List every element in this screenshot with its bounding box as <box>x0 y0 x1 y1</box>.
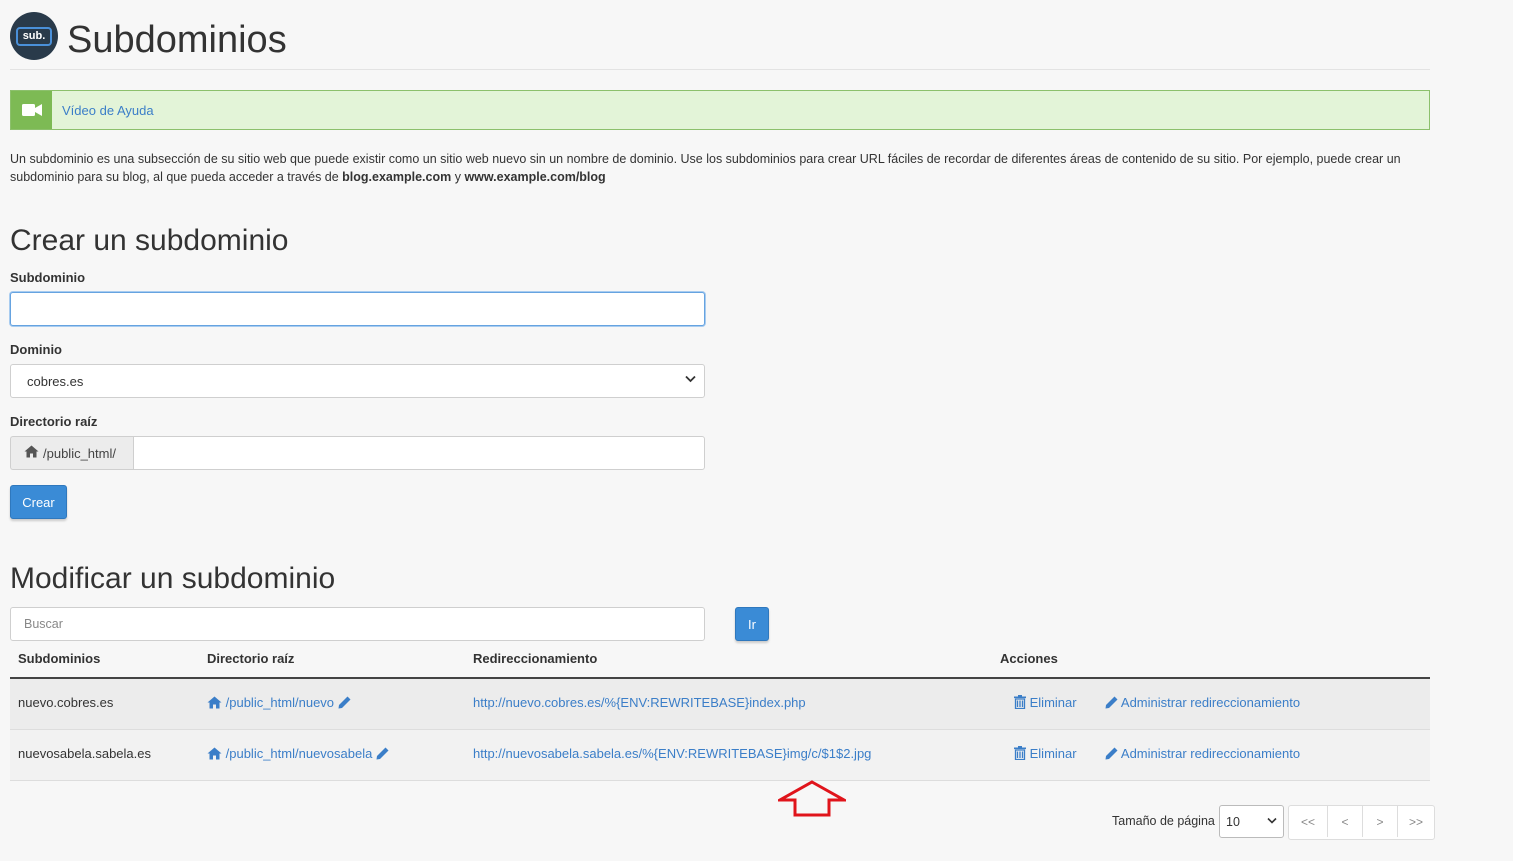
table-header: Subdominios Directorio raíz Redirecciona… <box>10 645 1430 679</box>
next-page-button[interactable]: > <box>1363 806 1398 837</box>
home-icon <box>207 696 222 712</box>
pencil-icon[interactable] <box>338 696 351 712</box>
pencil-icon <box>1105 747 1118 763</box>
home-icon <box>207 747 222 763</box>
redirect-link[interactable]: http://nuevo.cobres.es/%{ENV:REWRITEBASE… <box>473 695 806 710</box>
column-header-subdomains[interactable]: Subdominios <box>18 651 100 666</box>
trash-icon <box>1014 746 1026 763</box>
chevron-down-icon <box>685 374 696 386</box>
create-button[interactable]: Crear <box>10 485 67 519</box>
pencil-icon <box>1105 696 1118 712</box>
subdomain-label: Subdominio <box>10 270 86 285</box>
pencil-icon[interactable] <box>376 747 389 763</box>
docroot-text: /public_html/nuevo <box>225 695 335 710</box>
manage-redirect-button[interactable]: Administrar redireccionamiento <box>1105 746 1300 763</box>
search-input[interactable]: Buscar <box>10 607 705 641</box>
delete-label: Eliminar <box>1029 695 1077 710</box>
manage-redirect-button[interactable]: Administrar redireccionamiento <box>1105 695 1300 712</box>
page-size-select[interactable]: 10 <box>1219 805 1284 838</box>
prev-page-button[interactable]: < <box>1328 806 1363 837</box>
delete-button[interactable]: Eliminar <box>1014 746 1077 763</box>
subdomain-name: nuevosabela.sabela.es <box>18 746 151 761</box>
delete-button[interactable]: Eliminar <box>1014 695 1077 712</box>
docroot-input[interactable] <box>133 436 705 470</box>
page-content: sub. Subdominios Vídeo de Ayuda Un subdo… <box>10 0 1435 840</box>
delete-label: Eliminar <box>1029 746 1077 761</box>
go-button[interactable]: Ir <box>735 607 769 641</box>
up-arrow-icon <box>778 780 846 817</box>
domain-select[interactable]: cobres.es <box>10 364 705 398</box>
page-header: sub. Subdominios <box>10 0 1430 70</box>
manage-redirect-label: Administrar redireccionamiento <box>1120 746 1301 761</box>
domain-select-value: cobres.es <box>27 373 84 389</box>
modify-heading: Modificar un subdominio <box>10 562 336 595</box>
docroot-text: /public_html/nuevosabela <box>225 746 373 761</box>
intro-conj: y <box>451 170 465 184</box>
search-placeholder: Buscar <box>24 617 63 631</box>
trash-icon <box>1014 695 1026 712</box>
page-title: Subdominios <box>67 19 287 61</box>
column-header-redirect[interactable]: Redireccionamiento <box>473 651 597 666</box>
subdomains-table: Subdominios Directorio raíz Redirecciona… <box>10 645 1430 781</box>
docroot-input-group: /public_html/ <box>10 436 705 470</box>
chevron-down-icon <box>1267 816 1277 827</box>
intro-example-2: www.example.com/blog <box>464 170 606 184</box>
redirect-link[interactable]: http://nuevosabela.sabela.es/%{ENV:REWRI… <box>473 746 871 761</box>
home-icon <box>24 445 39 461</box>
domain-label: Dominio <box>10 342 62 357</box>
docroot-link[interactable]: /public_html/nuevo <box>207 695 351 712</box>
pagination: << < > >> <box>1288 805 1435 840</box>
column-header-actions: Acciones <box>1000 651 1058 666</box>
column-header-docroot[interactable]: Directorio raíz <box>207 651 294 666</box>
docroot-prefix: /public_html/ <box>10 436 133 470</box>
subdomain-name: nuevo.cobres.es <box>18 695 114 710</box>
docroot-prefix-text: /public_html/ <box>43 445 116 461</box>
intro-text: Un subdominio es una subsección de su si… <box>10 150 1430 186</box>
intro-body: Un subdominio es una subsección de su si… <box>10 152 1401 184</box>
page-size-value: 10 <box>1226 814 1240 829</box>
logo-text: sub. <box>15 26 53 46</box>
table-row: nuevosabela.sabela.es /public_html/nuevo… <box>10 730 1430 781</box>
page-size-label: Tamaño de página <box>1112 814 1215 828</box>
table-row: nuevo.cobres.es /public_html/nuevo http:… <box>10 679 1430 730</box>
docroot-label: Directorio raíz <box>10 414 98 429</box>
help-video-link[interactable]: Vídeo de Ayuda <box>62 103 154 118</box>
subdomain-input[interactable] <box>10 292 705 326</box>
help-video-banner: Vídeo de Ayuda <box>10 90 1430 130</box>
first-page-button[interactable]: << <box>1289 806 1328 837</box>
docroot-link[interactable]: /public_html/nuevosabela <box>207 746 389 763</box>
subdomains-logo: sub. <box>10 12 58 60</box>
create-heading: Crear un subdominio <box>10 224 289 257</box>
intro-example-1: blog.example.com <box>342 170 452 184</box>
last-page-button[interactable]: >> <box>1398 806 1434 837</box>
manage-redirect-label: Administrar redireccionamiento <box>1120 695 1301 710</box>
video-camera-icon <box>11 91 52 129</box>
